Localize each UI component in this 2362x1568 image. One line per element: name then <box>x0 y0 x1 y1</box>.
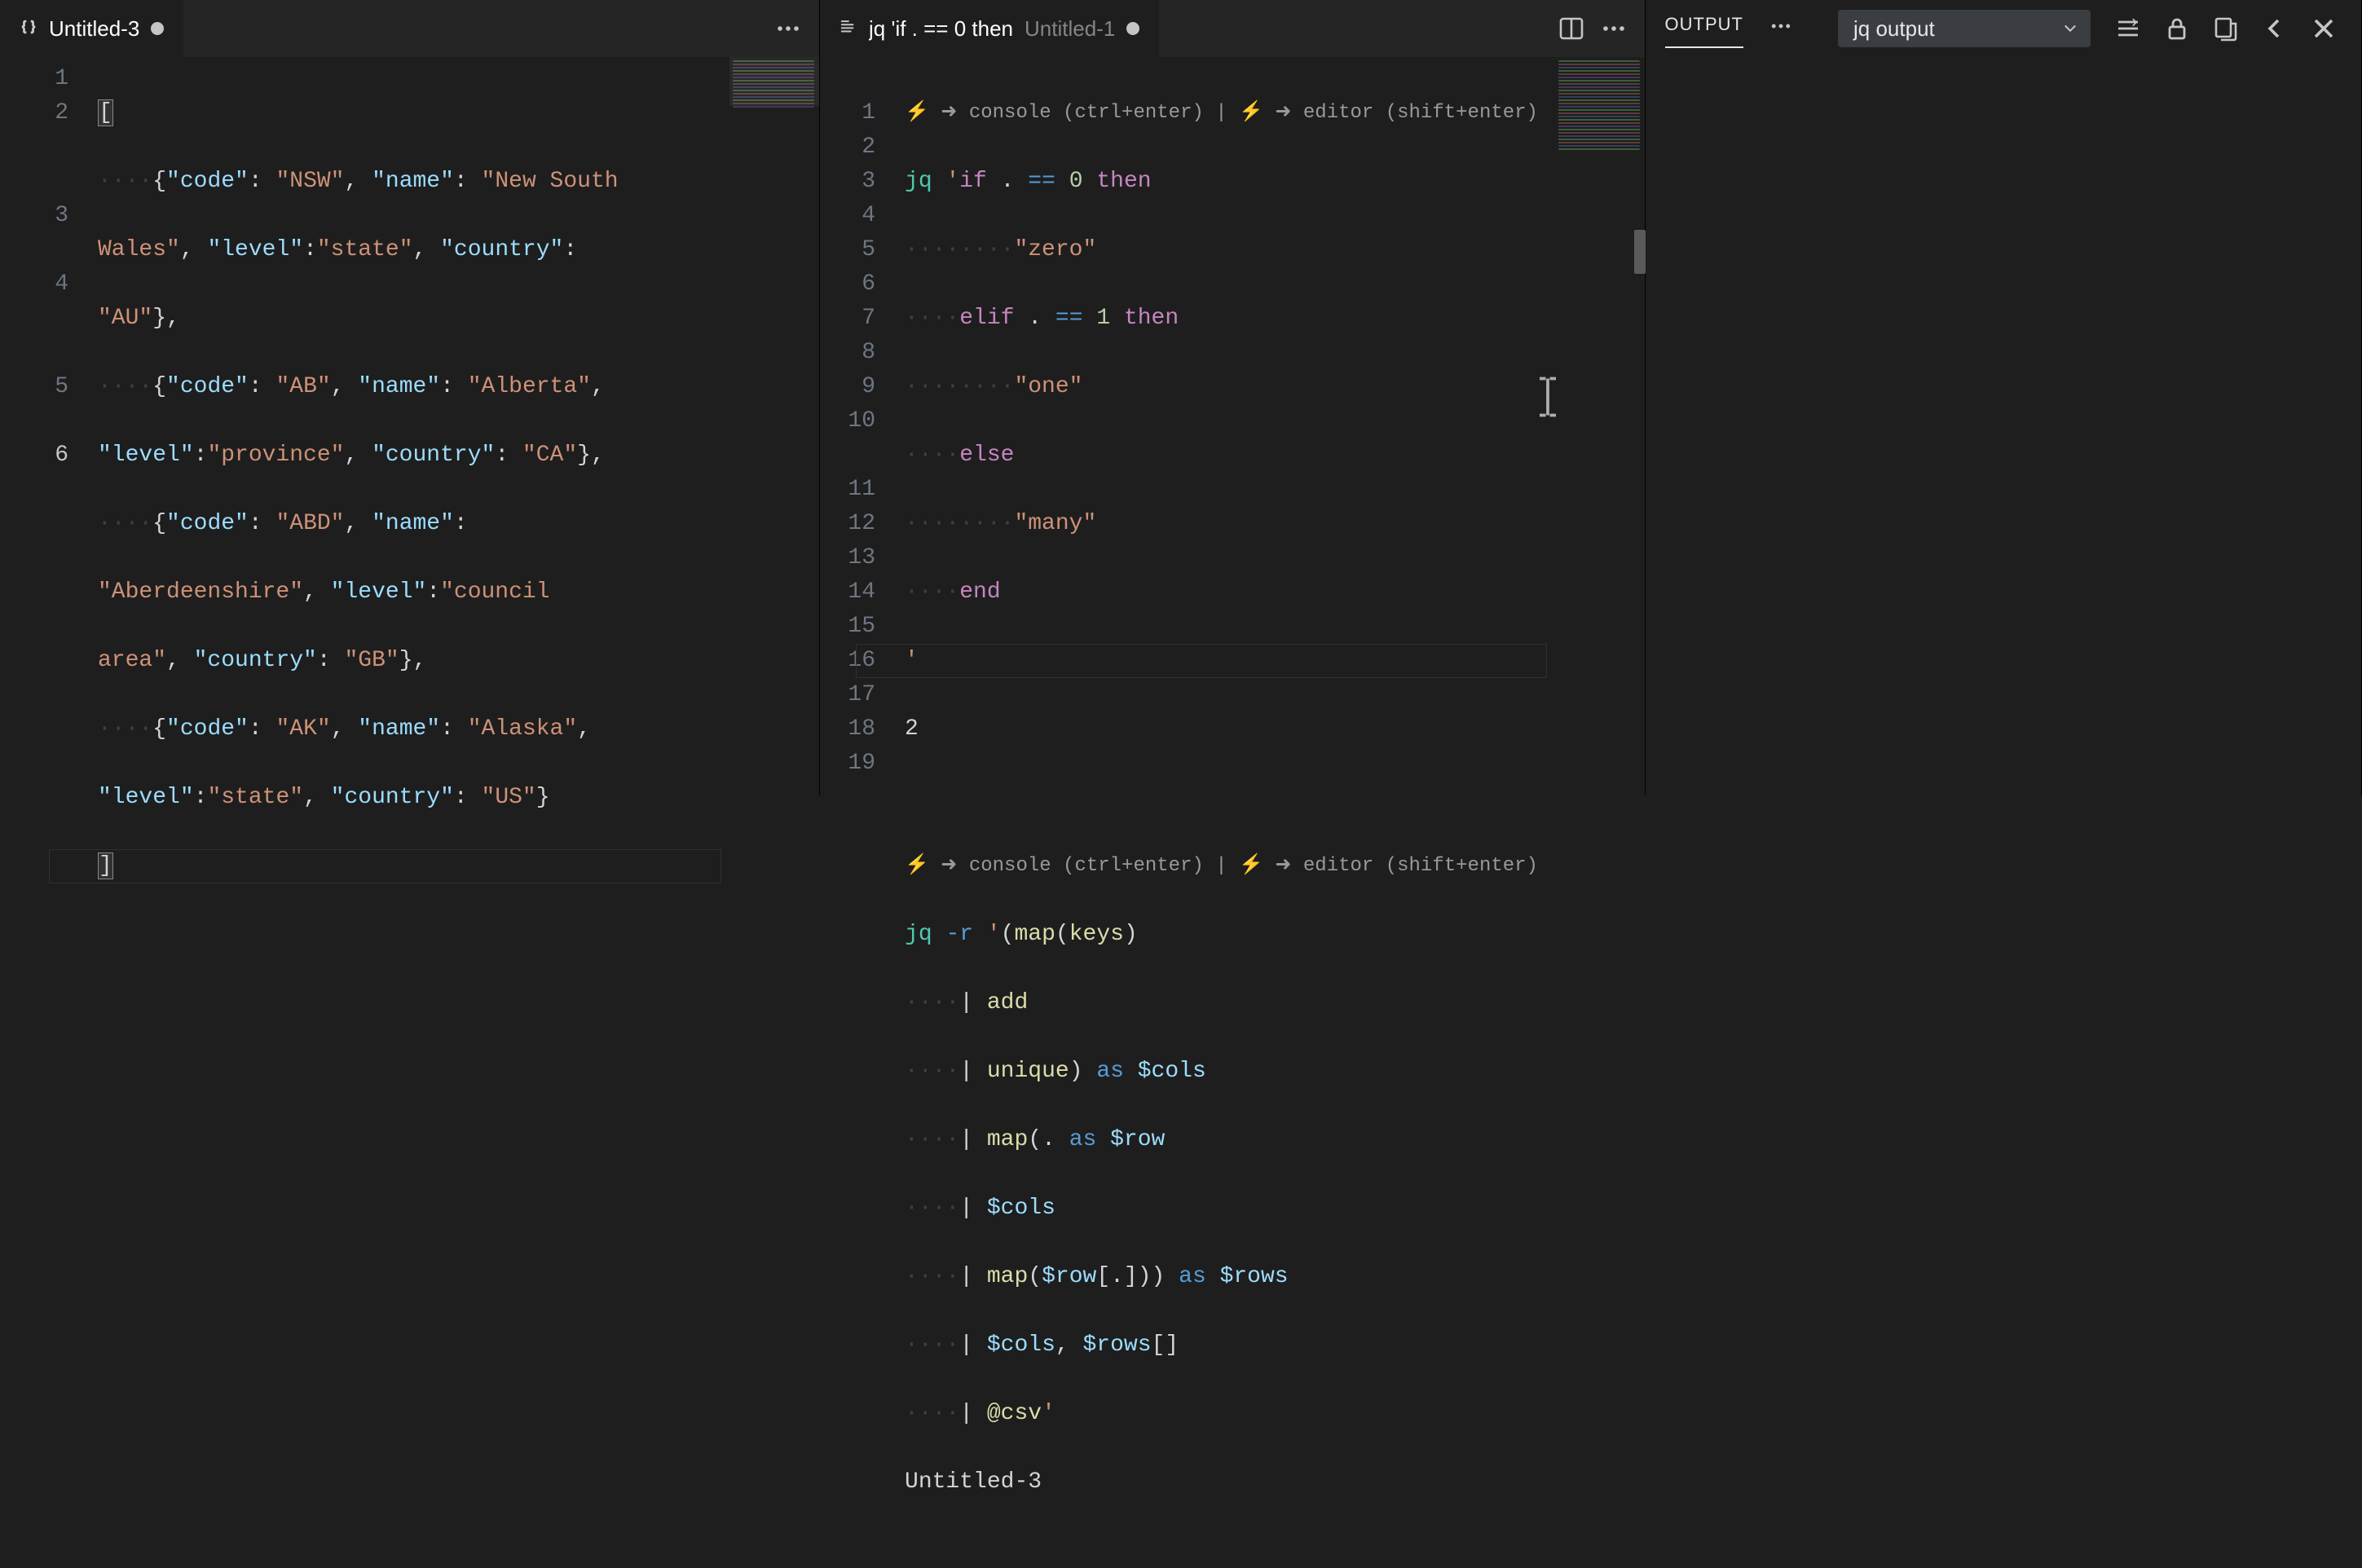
code-content[interactable]: [ ····{"code": "NSW", "name": "New South… <box>98 57 729 952</box>
editor-group-1: Untitled-3 1 2 3 4 5 6 [ ····{"code": "N… <box>0 0 820 795</box>
tab-untitled-3[interactable]: Untitled-3 <box>0 0 184 57</box>
more-actions-button[interactable] <box>770 11 806 46</box>
lines-icon <box>839 16 857 42</box>
tab-title: Untitled-3 <box>49 16 139 42</box>
chevron-down-icon <box>2062 16 2078 42</box>
code-content[interactable]: ⚡ ➜ console (ctrl+enter) | ⚡ ➜ editor (s… <box>905 57 1555 1568</box>
tab-jq-script[interactable]: jq 'if . == 0 then Untitled-1 <box>820 0 1160 57</box>
editor-body[interactable]: 1 2 3 4 5 6 [ ····{"code": "NSW", "name"… <box>0 57 819 952</box>
output-panel: OUTPUT jq output <box>1646 0 2362 795</box>
tab-actions <box>1540 0 1645 57</box>
tab-title: jq 'if . == 0 then <box>869 16 1013 42</box>
tab-bar: jq 'if . == 0 then Untitled-1 <box>820 0 1645 57</box>
split-editor-button[interactable] <box>1553 11 1589 46</box>
output-overflow-button[interactable] <box>1763 15 1799 43</box>
text-cursor-icon <box>1536 377 1560 417</box>
line-number-gutter: 1 2 3 4 5 6 <box>0 57 98 952</box>
editor-group-2: jq 'if . == 0 then Untitled-1 1234567891… <box>820 0 1646 795</box>
output-channel-select[interactable]: jq output <box>1838 10 2091 47</box>
editor-body[interactable]: 12345678910 111213141516171819 ⚡ ➜ conso… <box>820 57 1645 1568</box>
lock-scroll-button[interactable] <box>2159 11 2195 46</box>
open-log-button[interactable] <box>2208 11 2244 46</box>
previous-button[interactable] <box>2257 11 2293 46</box>
tab-actions <box>757 0 819 57</box>
code-lens-run[interactable]: ⚡ ➜ console (ctrl+enter) | ⚡ ➜ editor (s… <box>905 96 1555 130</box>
dirty-indicator-icon <box>1126 22 1139 35</box>
clear-output-button[interactable] <box>2110 11 2146 46</box>
braces-icon <box>20 16 37 42</box>
tab-bar: Untitled-3 <box>0 0 819 57</box>
output-channel-label: jq output <box>1853 16 1935 42</box>
line-number-gutter: 12345678910 111213141516171819 <box>820 57 905 1568</box>
output-header: OUTPUT jq output <box>1646 0 2361 57</box>
tab-subtitle: Untitled-1 <box>1025 16 1115 42</box>
more-actions-button[interactable] <box>1596 11 1632 46</box>
output-tab[interactable]: OUTPUT <box>1665 9 1743 48</box>
dirty-indicator-icon <box>151 22 164 35</box>
code-lens-run[interactable]: ⚡ ➜ console (ctrl+enter) | ⚡ ➜ editor (s… <box>905 849 1555 883</box>
minimap[interactable] <box>1555 57 1645 1568</box>
output-body[interactable] <box>1646 57 2361 795</box>
close-panel-button[interactable] <box>2306 11 2342 46</box>
output-actions <box>2110 11 2342 46</box>
minimap[interactable] <box>729 57 819 952</box>
